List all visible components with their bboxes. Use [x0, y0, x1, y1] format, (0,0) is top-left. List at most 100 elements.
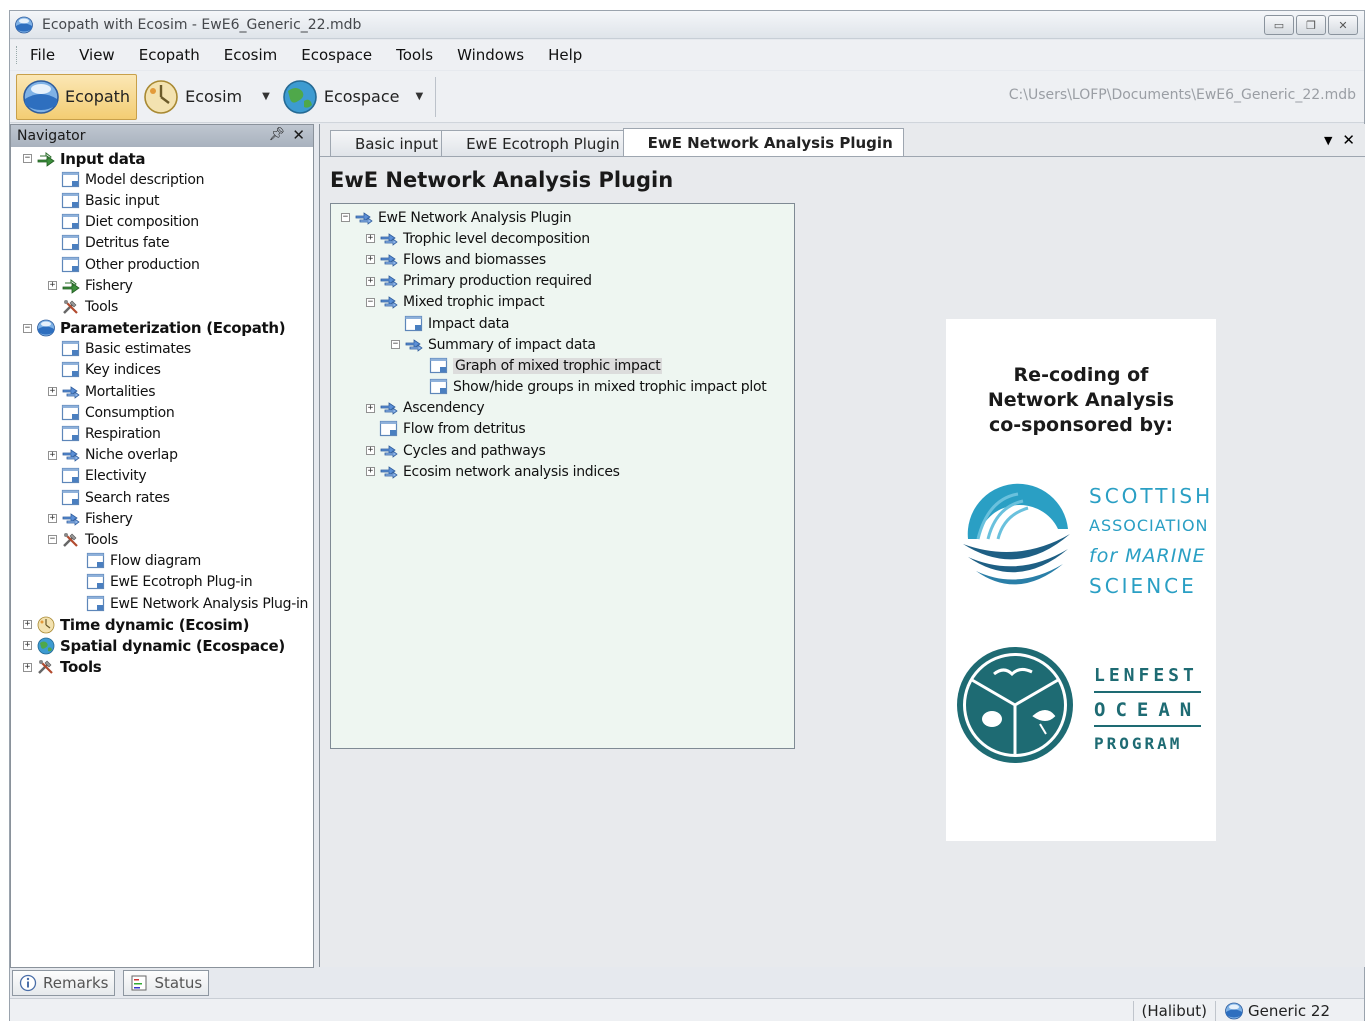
expand-icon[interactable]: +: [366, 467, 375, 477]
expand-icon[interactable]: +: [366, 403, 375, 413]
arrows-icon: [404, 336, 424, 354]
navigator-item[interactable]: − Tools: [11, 529, 313, 550]
remarks-tab[interactable]: Remarks: [12, 970, 116, 996]
navigator-item[interactable]: + Mortalities: [11, 381, 313, 402]
collapse-icon[interactable]: −: [366, 297, 375, 307]
navigator-item[interactable]: Respiration: [11, 423, 313, 444]
status-tab[interactable]: Status: [123, 970, 210, 996]
plugin-tree-item[interactable]: − Summary of impact data: [331, 334, 794, 355]
collapse-icon[interactable]: −: [341, 213, 350, 223]
menu-ecospace[interactable]: Ecospace: [301, 46, 372, 64]
expand-icon[interactable]: +: [48, 281, 57, 291]
tree-item-label: Consumption: [85, 404, 175, 421]
pin-icon[interactable]: 📌︎: [268, 127, 285, 142]
expand-icon[interactable]: +: [23, 641, 32, 651]
plugin-tree-item[interactable]: Show/hide groups in mixed trophic impact…: [331, 377, 794, 398]
ecospace-dropdown-arrow[interactable]: ▼: [415, 91, 423, 102]
expand-icon[interactable]: +: [48, 514, 57, 524]
expand-icon[interactable]: +: [366, 446, 375, 456]
navigator-item[interactable]: + Fishery: [11, 508, 313, 529]
navigator-item[interactable]: Electivity: [11, 466, 313, 487]
navigator-item[interactable]: − Parameterization (Ecopath): [11, 318, 313, 339]
tree-item-label: Mortalities: [85, 383, 156, 400]
ecospace-button[interactable]: Ecospace: [276, 74, 406, 120]
navigator-item[interactable]: − Input data: [11, 148, 313, 169]
tab-network-analysis-plugin[interactable]: EwE Network Analysis Plugin: [622, 128, 904, 156]
navigator-item[interactable]: Diet composition: [11, 212, 313, 233]
tab-basic-input[interactable]: Basic input: [330, 130, 450, 156]
plugin-tree-item[interactable]: + Ecosim network analysis indices: [331, 461, 794, 482]
form-icon: [61, 425, 81, 443]
navigator-item[interactable]: + Tools: [11, 657, 313, 678]
plugin-tree-item[interactable]: + Flows and biomasses: [331, 249, 794, 270]
expand-icon[interactable]: +: [23, 620, 32, 630]
tree-item-label: Search rates: [85, 489, 170, 506]
close-button[interactable]: ✕: [1328, 15, 1358, 35]
restore-button[interactable]: ❐: [1296, 15, 1326, 35]
plugin-tree-item[interactable]: − Mixed trophic impact: [331, 292, 794, 313]
navigator-item[interactable]: + Niche overlap: [11, 445, 313, 466]
navigator-item[interactable]: Model description: [11, 169, 313, 190]
menu-windows[interactable]: Windows: [457, 46, 524, 64]
menu-tools[interactable]: Tools: [396, 46, 433, 64]
menu-ecosim[interactable]: Ecosim: [224, 46, 278, 64]
ecosim-dropdown-arrow[interactable]: ▼: [262, 91, 270, 102]
collapse-icon[interactable]: −: [23, 323, 32, 333]
navigator-item[interactable]: Key indices: [11, 360, 313, 381]
ecopath-button[interactable]: Ecopath: [16, 73, 138, 120]
navigator-item[interactable]: + Time dynamic (Ecosim): [11, 614, 313, 635]
plugin-tree-item[interactable]: − EwE Network Analysis Plugin: [331, 207, 794, 228]
sponsor-text: Re-coding of Network Analysis co-sponsor…: [946, 363, 1216, 438]
expand-icon[interactable]: +: [366, 276, 375, 286]
plugin-tree-item[interactable]: + Primary production required: [331, 271, 794, 292]
collapse-icon[interactable]: −: [391, 340, 400, 350]
menu-view[interactable]: View: [79, 46, 115, 64]
menu-help[interactable]: Help: [548, 46, 582, 64]
navigator-item[interactable]: Basic input: [11, 190, 313, 211]
close-icon[interactable]: ✕: [292, 126, 305, 144]
database-path: C:\Users\LOFP\Documents\EwE6_Generic_22.…: [1008, 87, 1356, 103]
close-tab-icon[interactable]: ✕: [1342, 131, 1355, 149]
tree-item-label: Primary production required: [403, 273, 592, 290]
menu-file[interactable]: File: [30, 46, 55, 64]
expand-icon[interactable]: +: [366, 255, 375, 265]
navigator-item[interactable]: Consumption: [11, 402, 313, 423]
toolbar: Ecopath Ecosim ▼ Ecospace ▼ C:\Users\LOF…: [10, 71, 1364, 123]
tab-list-dropdown-icon[interactable]: ▼: [1324, 134, 1332, 149]
tree-item-label: Mixed trophic impact: [403, 294, 545, 311]
tab-ecotroph-plugin[interactable]: EwE Ecotroph Plugin: [441, 130, 631, 156]
navigator-item[interactable]: + Fishery: [11, 275, 313, 296]
ecospace-icon: [280, 79, 320, 115]
navigator-item[interactable]: Tools: [11, 296, 313, 317]
tree-item-label: Summary of impact data: [428, 336, 596, 353]
navigator-item[interactable]: Basic estimates: [11, 339, 313, 360]
form-icon: [61, 192, 81, 210]
expand-icon[interactable]: +: [366, 234, 375, 244]
tree-item-label: Respiration: [85, 426, 161, 443]
plugin-tree-item[interactable]: Graph of mixed trophic impact: [331, 355, 794, 376]
plugin-tree-item[interactable]: Flow from detritus: [331, 419, 794, 440]
navigator-header: Navigator 📌︎ ✕: [11, 125, 313, 147]
collapse-icon[interactable]: −: [23, 154, 32, 164]
tree-item-label: Detritus fate: [85, 235, 170, 252]
collapse-icon[interactable]: −: [48, 535, 57, 545]
plugin-tree-item[interactable]: + Ascendency: [331, 398, 794, 419]
tools-icon: [61, 298, 81, 316]
navigator-item[interactable]: EwE Network Analysis Plug-in: [11, 593, 313, 614]
navigator-item[interactable]: Other production: [11, 254, 313, 275]
navigator-item[interactable]: + Spatial dynamic (Ecospace): [11, 635, 313, 656]
navigator-item[interactable]: Flow diagram: [11, 551, 313, 572]
navigator-item[interactable]: EwE Ecotroph Plug-in: [11, 572, 313, 593]
minimize-button[interactable]: ▭: [1264, 15, 1294, 35]
plugin-tree-item[interactable]: + Trophic level decomposition: [331, 228, 794, 249]
ecosim-button[interactable]: Ecosim: [137, 74, 248, 120]
navigator-item[interactable]: Search rates: [11, 487, 313, 508]
expand-icon[interactable]: +: [23, 662, 32, 672]
plugin-tree-item[interactable]: Impact data: [331, 313, 794, 334]
expand-icon[interactable]: +: [48, 450, 57, 460]
menu-ecopath[interactable]: Ecopath: [139, 46, 200, 64]
plugin-tree-item[interactable]: + Cycles and pathways: [331, 440, 794, 461]
navigator-item[interactable]: Detritus fate: [11, 233, 313, 254]
expand-icon[interactable]: +: [48, 387, 57, 397]
sponsor-panel: Re-coding of Network Analysis co-sponsor…: [946, 319, 1216, 841]
